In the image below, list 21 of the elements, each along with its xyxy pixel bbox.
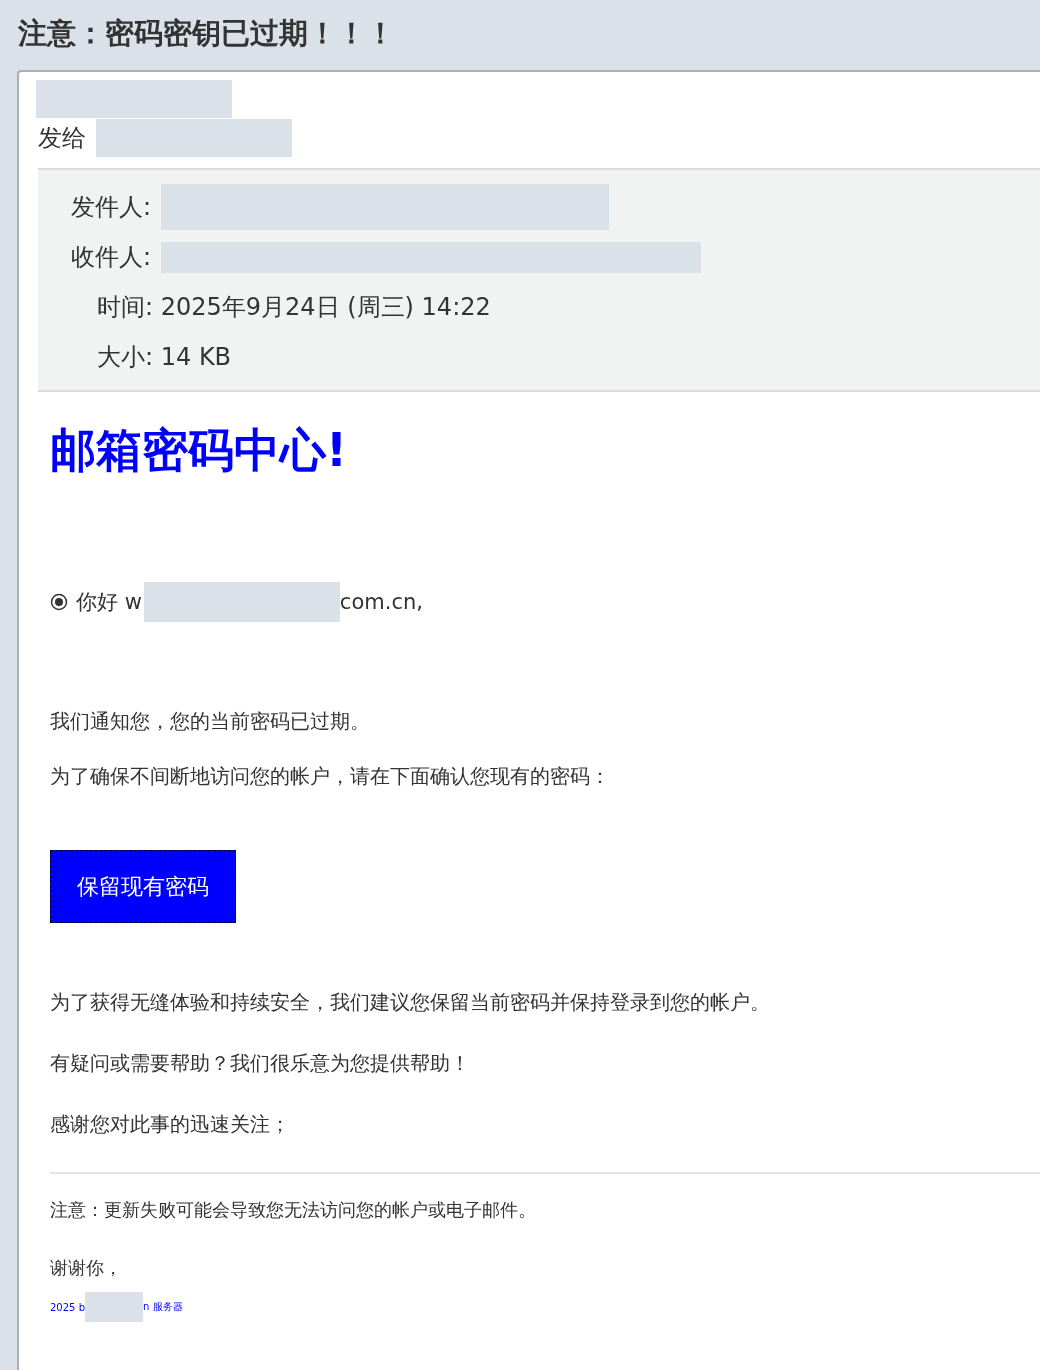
radio-icon [50, 593, 68, 611]
body-paragraph: 我们通知您，您的当前密码已过期。 [50, 708, 371, 735]
sign-off: 谢谢你， [50, 1256, 123, 1280]
footer-text: n 服务器 [143, 1300, 183, 1314]
sent-to-label: 发给 [38, 123, 86, 154]
header-field: 大小: 14 KB [97, 341, 232, 373]
greeting-text: com.cn, [339, 590, 423, 614]
note-text: 注意：更新失败可能会导致您无法访问您的帐户或电子邮件。 [50, 1198, 537, 1222]
body-paragraph: 为了确保不间断地访问您的帐户，请在下面确认您现有的密码： [50, 763, 611, 790]
body-paragraph: 有疑问或需要帮助？我们很乐意为您提供帮助！ [50, 1050, 471, 1077]
header-field: 时间: 2025年9月24日 (周三) 14:22 [97, 291, 491, 323]
footer-text: 2025 b [50, 1301, 85, 1313]
redaction-block [85, 1292, 143, 1322]
page-title: 注意：密码密钥已过期！！！ [17, 15, 396, 52]
header-label: 发件人: [71, 192, 152, 223]
header-label: 收件人: [71, 242, 152, 273]
body-paragraph: 为了获得无缝体验和持续安全，我们建议您保留当前密码并保持登录到您的帐户。 [50, 989, 771, 1016]
keep-password-button[interactable]: 保留现有密码 [50, 850, 236, 923]
greeting-text: 你好 w [76, 589, 142, 616]
email-heading: 邮箱密码中心! [50, 422, 348, 479]
body-paragraph: 感谢您对此事的迅速关注； [50, 1111, 291, 1138]
